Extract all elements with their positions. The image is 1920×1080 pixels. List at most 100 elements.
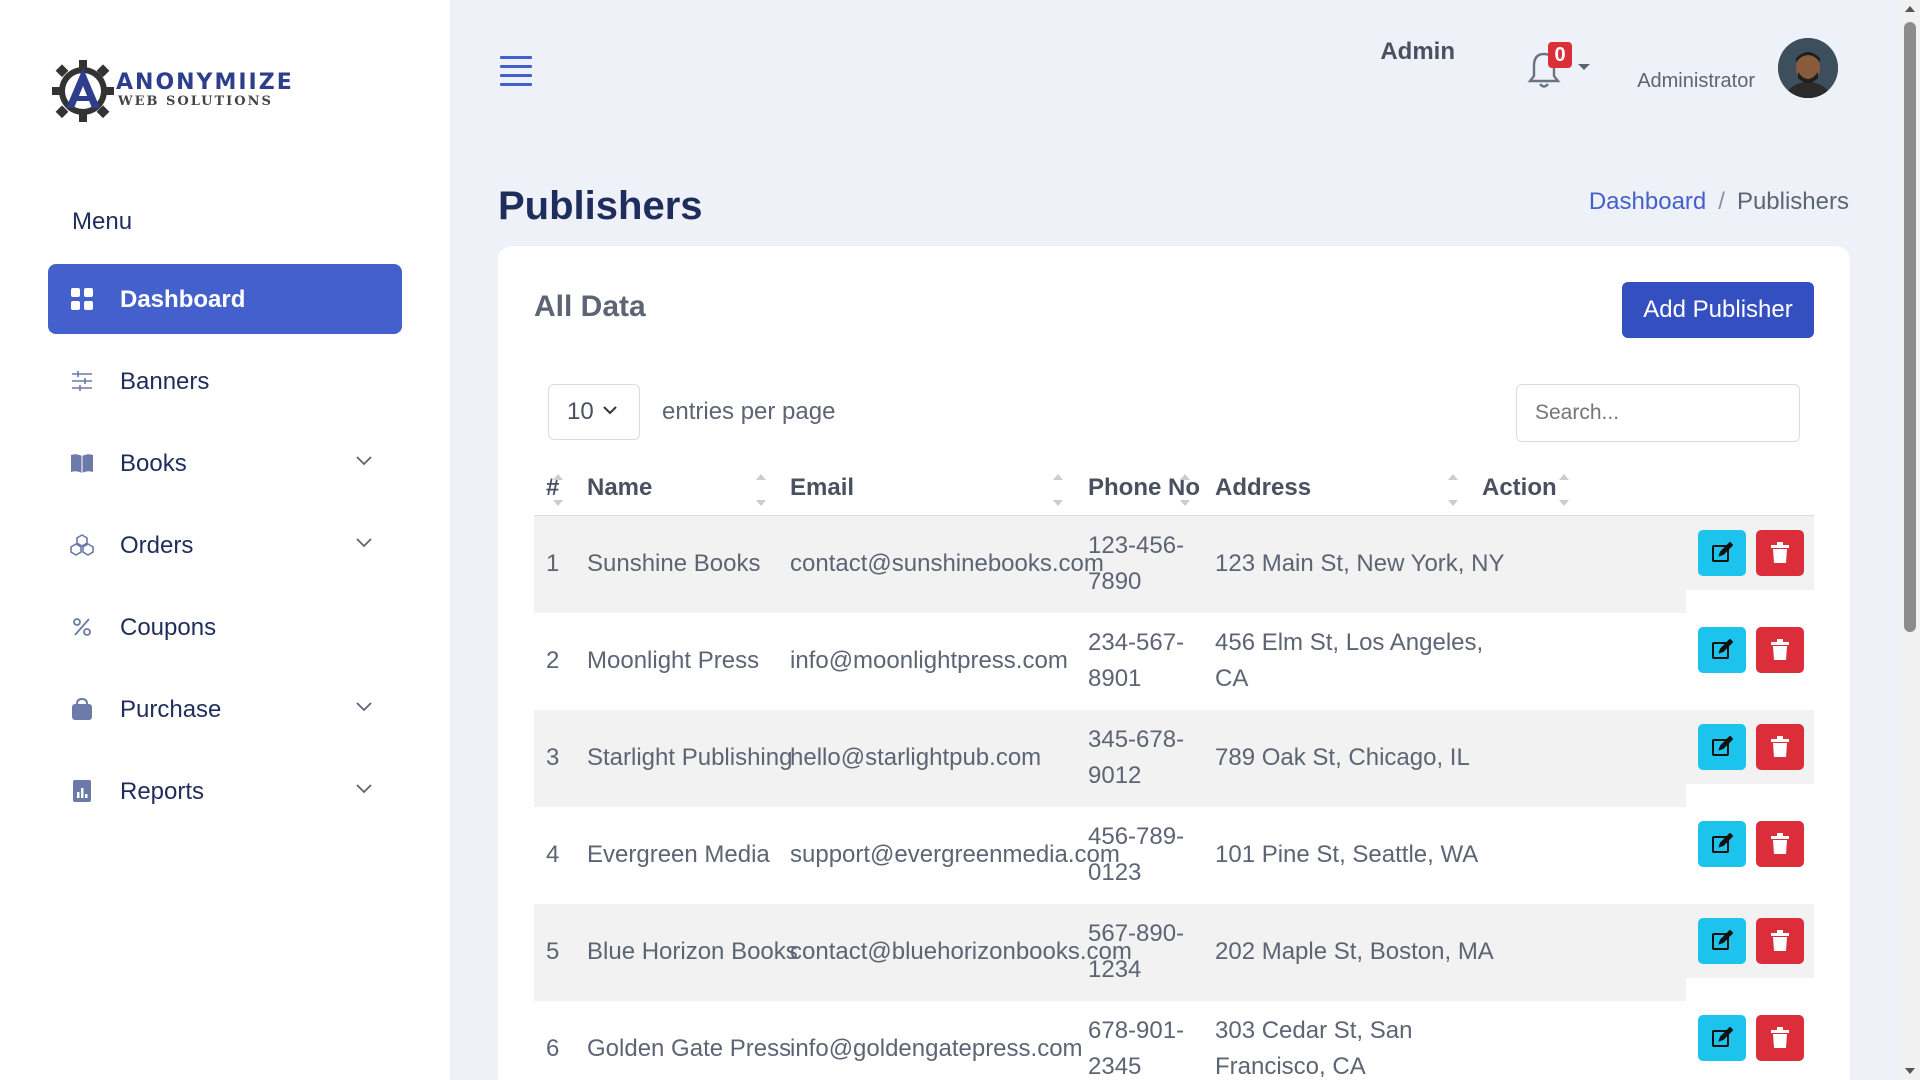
table-row: 6 Golden Gate Press info@goldengatepress… <box>534 1001 1814 1080</box>
sidebar-item-reports[interactable]: Reports <box>48 756 402 826</box>
avatar[interactable] <box>1778 38 1838 98</box>
cell-email: info@moonlightpress.com <box>790 647 1068 674</box>
cell-email: contact@sunshinebooks.com <box>790 550 1104 577</box>
sidebar-item-label: Dashboard <box>120 286 246 313</box>
scroll-thumb[interactable] <box>1904 22 1916 632</box>
edit-icon <box>1712 930 1733 950</box>
delete-button[interactable] <box>1756 530 1804 576</box>
table-row: 1 Sunshine Books contact@sunshinebooks.c… <box>534 516 1814 613</box>
chevron-down-icon <box>356 538 372 548</box>
sort-icon[interactable] <box>1180 474 1190 506</box>
user-avatar-icon <box>1778 38 1838 98</box>
edit-icon <box>1712 833 1733 853</box>
breadcrumb-home-link[interactable]: Dashboard <box>1589 188 1706 215</box>
entries-per-page-select[interactable]: 10 <box>548 384 640 440</box>
cell-phone: 456-789- 0123 <box>1088 823 1185 886</box>
breadcrumb-separator: / <box>1718 188 1725 215</box>
boxes-icon <box>70 534 94 556</box>
card-title: All Data <box>534 290 646 323</box>
cell-address: 101 Pine St, Seattle, WA <box>1215 841 1479 868</box>
cell-email: hello@starlightpub.com <box>790 744 1042 771</box>
cell-address: 456 Elm St, Los Angeles, CA <box>1215 629 1484 692</box>
table-row: 3 Starlight Publishing hello@starlightpu… <box>534 710 1814 807</box>
cell-phone: 345-678- 9012 <box>1088 726 1185 789</box>
caret-down-icon[interactable] <box>1578 64 1590 70</box>
delete-button[interactable] <box>1756 724 1804 770</box>
sidebar-item-label: Banners <box>120 368 210 395</box>
edit-icon <box>1712 542 1733 562</box>
breadcrumb-current: Publishers <box>1736 188 1849 215</box>
cell-index: 1 <box>546 550 560 577</box>
table-header: # Name Email Phone No Address Action <box>534 464 1814 516</box>
cell-email: info@goldengatepress.com <box>790 1035 1083 1062</box>
sidebar-item-label: Reports <box>120 778 205 805</box>
sort-icon[interactable] <box>553 474 563 506</box>
delete-button[interactable] <box>1756 918 1804 964</box>
user-name[interactable]: Admin <box>1380 38 1455 66</box>
add-publisher-button[interactable]: Add Publisher <box>1622 282 1814 338</box>
column-header-email[interactable]: Email <box>790 474 854 502</box>
brand-logo[interactable]: ANONYMIIZE WEB SOLUTIONS <box>52 56 322 126</box>
scroll-up-arrow-icon[interactable] <box>1905 6 1915 12</box>
delete-button[interactable] <box>1756 627 1804 673</box>
sliders-icon <box>72 371 92 391</box>
cell-index: 5 <box>546 938 560 965</box>
notification-badge: 0 <box>1548 42 1572 68</box>
cell-address: 202 Maple St, Boston, MA <box>1215 938 1494 965</box>
delete-button[interactable] <box>1756 1015 1804 1061</box>
cell-index: 6 <box>546 1035 560 1062</box>
edit-button[interactable] <box>1698 918 1746 964</box>
sort-icon[interactable] <box>1053 474 1063 506</box>
sidebar-item-banners[interactable]: Banners <box>48 346 402 416</box>
cell-index: 4 <box>546 841 560 868</box>
entries-per-page-label: entries per page <box>662 398 836 425</box>
search-input[interactable] <box>1516 384 1800 442</box>
trash-icon <box>1771 930 1789 951</box>
edit-button[interactable] <box>1698 627 1746 673</box>
chevron-down-icon <box>356 456 372 466</box>
sidebar-item-coupons[interactable]: Coupons <box>48 592 402 662</box>
edit-button[interactable] <box>1698 1015 1746 1061</box>
delete-button[interactable] <box>1756 821 1804 867</box>
sidebar-item-label: Coupons <box>120 614 217 641</box>
menu-heading: Menu <box>72 208 133 235</box>
edit-icon <box>1712 736 1733 756</box>
publishers-table: # Name Email Phone No Address Action 1 S… <box>534 464 1814 1080</box>
page-title: Publishers <box>498 184 703 228</box>
sidebar-item-books[interactable]: Books <box>48 428 402 498</box>
table-row: 5 Blue Horizon Books contact@bluehorizon… <box>534 904 1814 1001</box>
cell-phone: 123-456- 7890 <box>1088 532 1185 595</box>
user-role: Administrator <box>1637 70 1755 92</box>
sort-icon[interactable] <box>1448 474 1458 506</box>
trash-icon <box>1771 833 1789 854</box>
chevron-down-icon <box>356 784 372 794</box>
edit-button[interactable] <box>1698 530 1746 576</box>
chevron-down-icon <box>356 702 372 712</box>
sort-icon[interactable] <box>756 474 766 506</box>
percent-icon <box>73 618 91 636</box>
cell-name: Moonlight Press <box>587 647 760 674</box>
cell-email: support@evergreenmedia.com <box>790 841 1120 868</box>
column-header-address[interactable]: Address <box>1215 474 1311 502</box>
cell-index: 3 <box>546 744 560 771</box>
cell-email: contact@bluehorizonbooks.com <box>790 938 1132 965</box>
trash-icon <box>1771 736 1789 757</box>
scroll-down-arrow-icon[interactable] <box>1905 1068 1915 1074</box>
edit-button[interactable] <box>1698 724 1746 770</box>
table-row: 4 Evergreen Media support@evergreenmedia… <box>534 807 1814 904</box>
sidebar-item-purchase[interactable]: Purchase <box>48 674 402 744</box>
sidebar-item-orders[interactable]: Orders <box>48 510 402 580</box>
gear-a-logo-icon <box>52 60 114 122</box>
column-header-action[interactable]: Action <box>1482 474 1557 502</box>
cell-address: 303 Cedar St, San Francisco, CA <box>1215 1017 1413 1080</box>
edit-icon <box>1712 639 1733 659</box>
report-icon <box>73 780 91 802</box>
edit-button[interactable] <box>1698 821 1746 867</box>
cell-index: 2 <box>546 647 560 674</box>
menu-toggle-icon[interactable] <box>500 56 532 86</box>
page-scrollbar[interactable] <box>1900 0 1920 1080</box>
entries-per-page-value: 10 <box>567 398 594 425</box>
sort-icon[interactable] <box>1559 474 1569 506</box>
column-header-name[interactable]: Name <box>587 474 652 502</box>
sidebar-item-dashboard[interactable]: Dashboard <box>48 264 402 334</box>
